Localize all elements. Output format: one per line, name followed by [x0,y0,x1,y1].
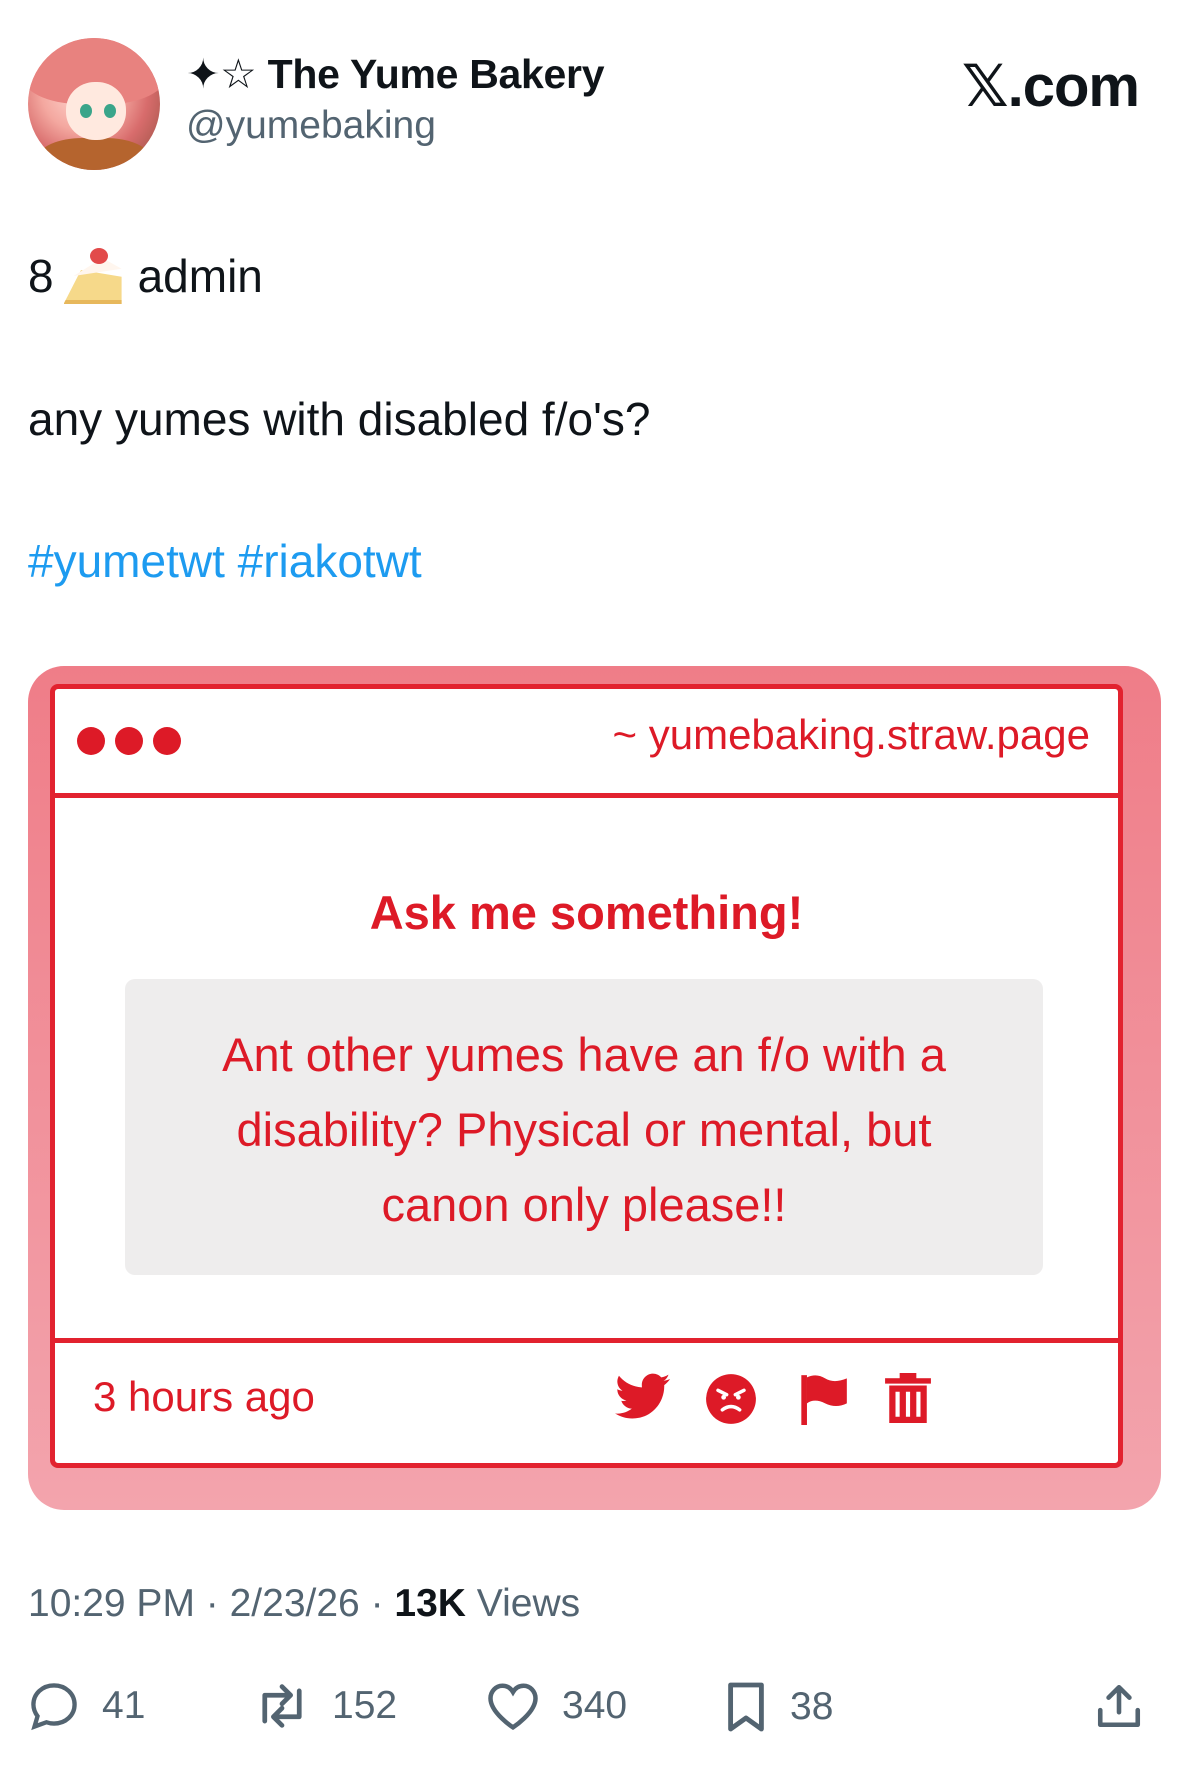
display-name[interactable]: ✦☆ The Yume Bakery [186,50,605,98]
ask-heading: Ask me something! [369,886,804,939]
twitter-bird-icon [615,1373,671,1419]
reply-count: 41 [102,1684,146,1727]
trash-icon [885,1373,931,1423]
tweet-text: any yumes with disabled f/o's? [28,393,651,445]
avatar-body [38,138,150,170]
cake-icon [60,248,124,304]
reply-button[interactable]: 41 [28,1680,145,1732]
question-line: canon only please!! [381,1178,787,1231]
action-bar: 41 152 340 38 [28,1680,1151,1740]
share-button[interactable] [1094,1680,1166,1732]
repost-count: 152 [332,1684,398,1727]
views-count: 13K [394,1582,466,1625]
repost-icon [262,1684,302,1728]
avatar[interactable] [28,38,160,170]
reply-icon [31,1683,77,1731]
tweet-admin-label: admin [137,250,263,302]
page-url: ~ yumebaking.straw.page [612,711,1090,758]
like-count: 340 [562,1684,628,1727]
question-box: Ant other yumes have an f/o with a disab… [125,979,1043,1275]
x-logo: 𝕏.com [961,54,1140,119]
window-titlebar: ~ yumebaking.straw.page [55,689,1118,798]
tweet-prefix: 8 [28,250,54,302]
attached-image[interactable]: ~ yumebaking.straw.page Ask me something… [28,666,1161,1510]
views-label: Views [476,1582,581,1625]
bookmark-count: 38 [790,1685,834,1728]
tweet-line-admin: 8 admin [28,248,263,304]
bookmark-button[interactable]: 38 [724,1680,833,1734]
share-icon [1097,1684,1141,1728]
window-dot-icon [115,727,143,755]
window-dot-icon [153,727,181,755]
bookmark-icon [728,1682,764,1732]
question-line: Ant other yumes have an f/o with a [222,1028,946,1081]
tweet-date[interactable]: 2/23/26 [230,1582,360,1625]
like-button[interactable]: 340 [486,1680,627,1732]
time-ago: 3 hours ago [93,1373,315,1420]
user-handle[interactable]: @yumebaking [186,104,436,148]
angry-face-icon [706,1374,756,1424]
flag-icon [801,1375,847,1425]
window-dot-icon [77,727,105,755]
avatar-eye [104,104,116,118]
ask-window: ~ yumebaking.straw.page Ask me something… [50,684,1123,1468]
tweet-time[interactable]: 10:29 PM [28,1582,195,1625]
heart-icon [488,1683,538,1731]
avatar-eye [80,104,92,118]
question-line: disability? Physical or mental, but [236,1103,932,1156]
tweet-meta: 10:29 PM · 2/23/26 · 13K Views [28,1582,581,1625]
window-footer: 3 hours ago [55,1338,1118,1463]
repost-button[interactable]: 152 [254,1680,397,1732]
hashtags[interactable]: #yumetwt #riakotwt [28,534,422,588]
avatar-face [66,82,126,140]
